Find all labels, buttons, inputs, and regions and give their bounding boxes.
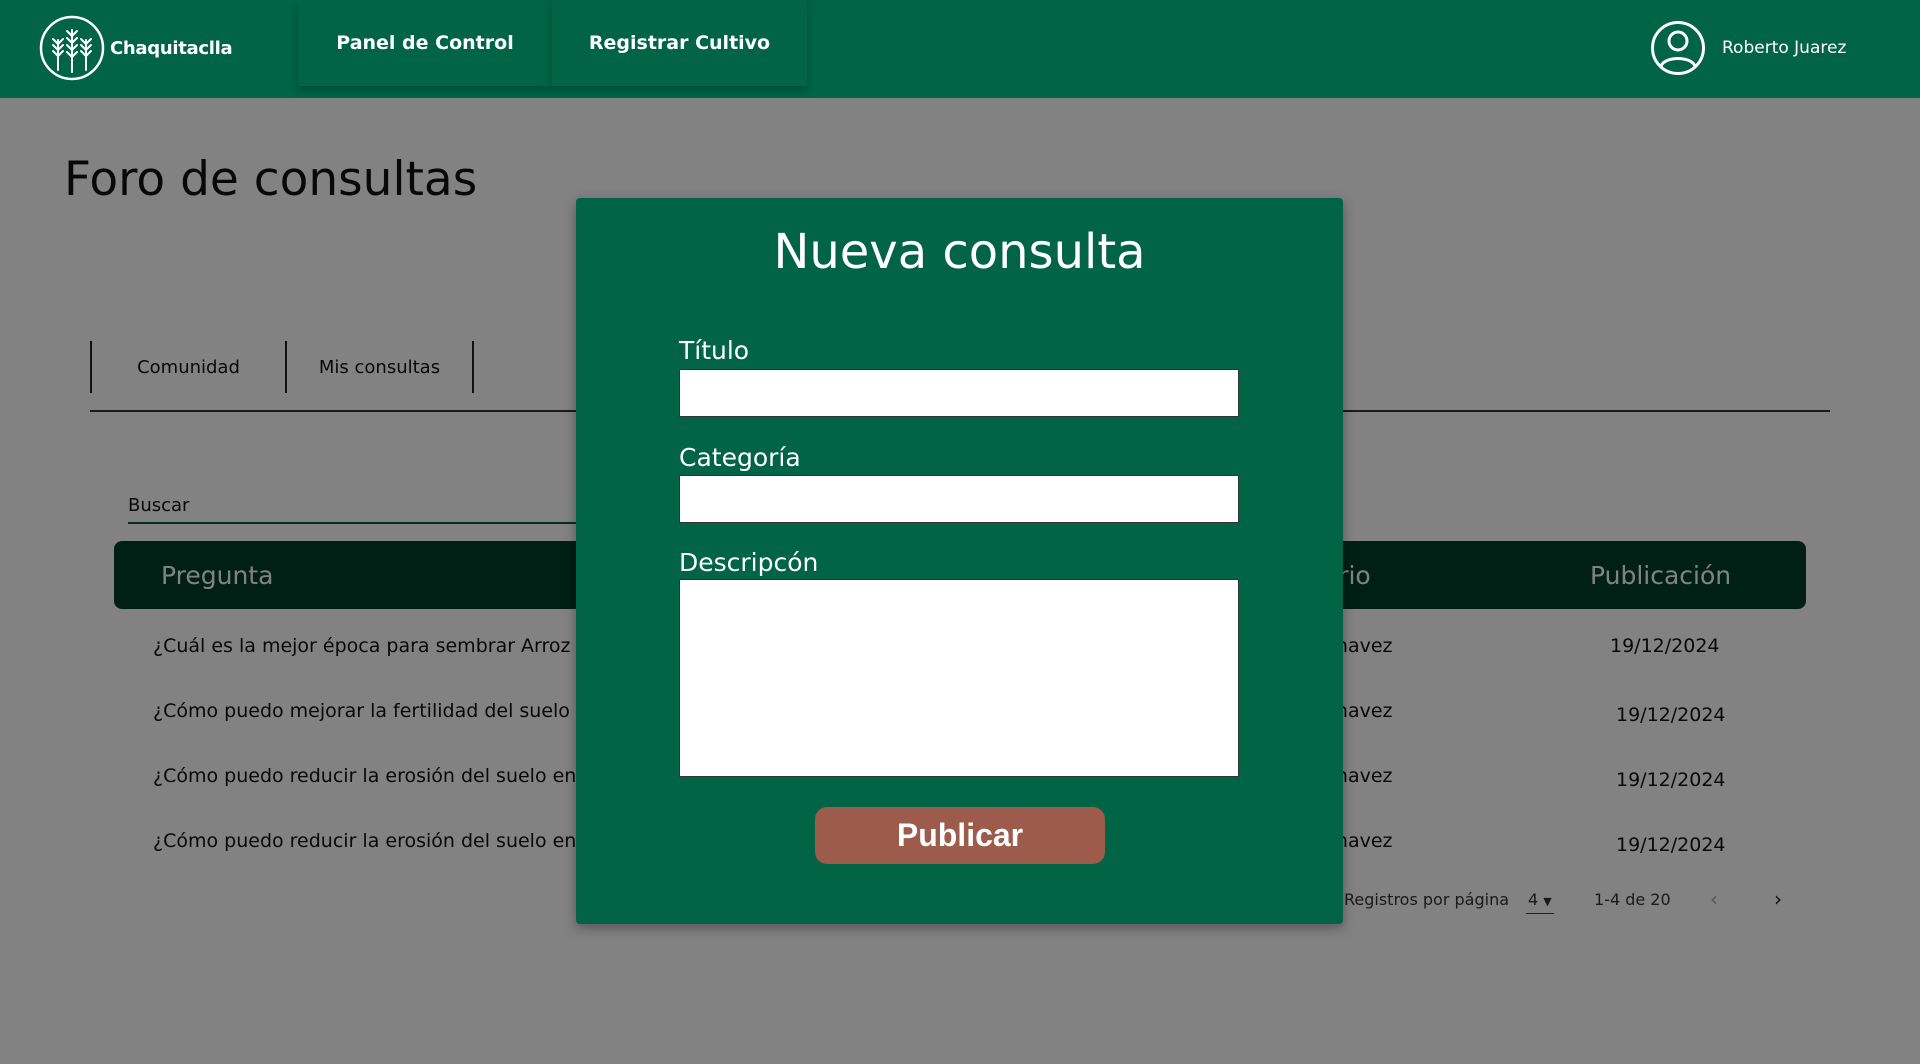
description-textarea[interactable]: [679, 579, 1239, 777]
publish-button[interactable]: Publicar: [815, 807, 1105, 864]
category-input[interactable]: [679, 475, 1239, 523]
category-label: Categoría: [679, 443, 801, 472]
nav-registrar-cultivo[interactable]: Registrar Cultivo: [552, 0, 807, 86]
title-input[interactable]: [679, 369, 1239, 417]
modal-title: Nueva consulta: [773, 224, 1146, 280]
main-nav: Panel de Control Registrar Cultivo: [298, 0, 807, 86]
wheat-logo-icon: [39, 15, 105, 81]
description-label: Descripcón: [679, 548, 819, 577]
title-label: Título: [679, 336, 750, 365]
nav-panel-de-control[interactable]: Panel de Control: [298, 0, 552, 86]
user-name: Roberto Juarez: [1722, 38, 1847, 58]
new-question-modal: Nueva consulta Título Categoría Descripc…: [576, 198, 1343, 924]
logo[interactable]: Chaquitaclla: [38, 14, 233, 82]
logo-text: Chaquitaclla: [110, 37, 233, 59]
user-circle-icon: [1651, 21, 1705, 75]
top-bar: Chaquitaclla Panel de Control Registrar …: [0, 0, 1920, 98]
user-menu[interactable]: Roberto Juarez: [1650, 20, 1846, 76]
